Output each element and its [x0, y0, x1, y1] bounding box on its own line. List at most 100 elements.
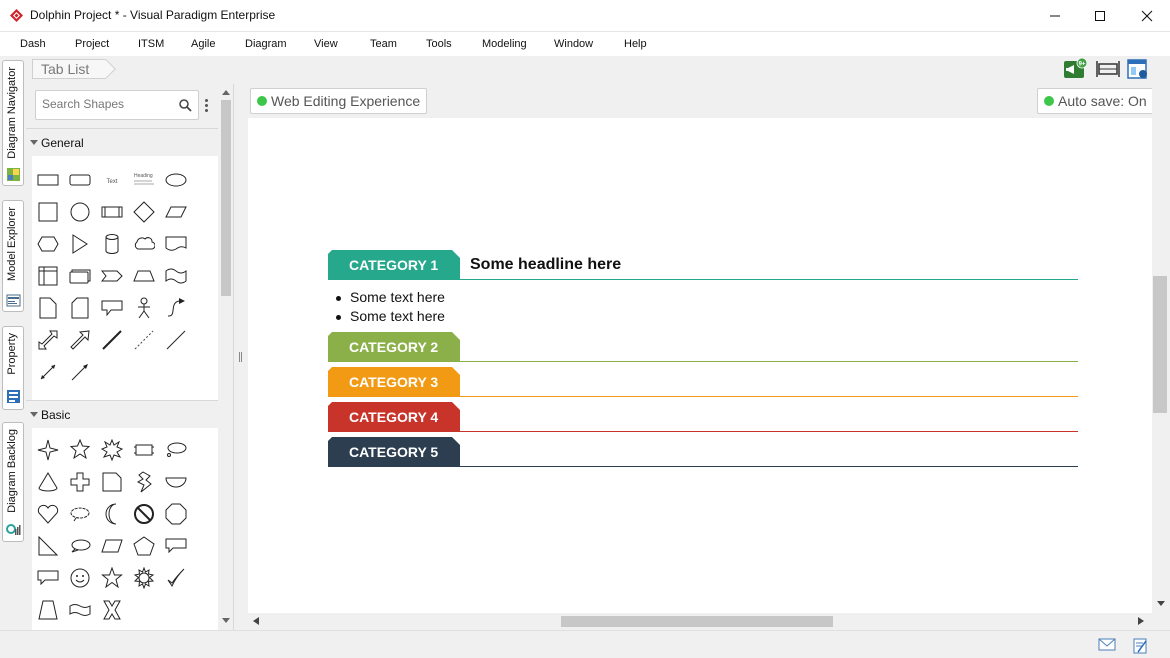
category-tag[interactable]: CATEGORY 4 — [328, 402, 460, 432]
process-shape[interactable] — [96, 196, 128, 228]
right-triangle-shape[interactable] — [32, 530, 64, 562]
menu-agile[interactable]: Agile — [191, 38, 215, 50]
scrollbar-thumb[interactable] — [1153, 276, 1167, 413]
section-basic[interactable]: Basic — [26, 400, 218, 428]
scroll-down-arrow-icon[interactable] — [1157, 601, 1165, 607]
category-row-3[interactable]: CATEGORY 3 — [328, 367, 1078, 397]
folded-corner-shape[interactable] — [96, 466, 128, 498]
scroll-left-arrow-icon[interactable] — [253, 617, 259, 625]
pentagon-shape[interactable] — [128, 530, 160, 562]
category-row-5[interactable]: CATEGORY 5 — [328, 437, 1078, 467]
trapezoid-up-shape[interactable] — [32, 594, 64, 626]
check-shape[interactable] — [160, 562, 192, 594]
layout-settings-icon[interactable] — [1126, 58, 1150, 80]
document-shape[interactable] — [160, 228, 192, 260]
sun-shape[interactable] — [128, 562, 160, 594]
parallelogram-shape[interactable] — [160, 196, 192, 228]
list-item[interactable]: Some text here — [336, 288, 445, 307]
menu-modeling[interactable]: Modeling — [482, 38, 527, 50]
double-wave-shape[interactable] — [64, 594, 96, 626]
cone-shape[interactable] — [32, 466, 64, 498]
bullet-list[interactable]: Some text here Some text here — [336, 288, 445, 326]
triangle-right-shape[interactable] — [64, 228, 96, 260]
menu-view[interactable]: View — [314, 38, 338, 50]
note-shape[interactable] — [32, 292, 64, 324]
trapezoid-shape[interactable] — [128, 260, 160, 292]
canvas-vertical-scrollbar[interactable] — [1152, 84, 1170, 613]
list-item[interactable]: Some text here — [336, 307, 445, 326]
tab-model-explorer[interactable]: Model Explorer — [2, 200, 24, 312]
autosave-badge[interactable]: Auto save: On — [1037, 88, 1154, 114]
four-point-star-shape[interactable] — [32, 434, 64, 466]
thick-line-shape[interactable] — [96, 324, 128, 356]
menu-team[interactable]: Team — [370, 38, 397, 50]
smiley-shape[interactable] — [64, 562, 96, 594]
square-shape[interactable] — [32, 196, 64, 228]
menu-diagram[interactable]: Diagram — [245, 38, 287, 50]
headline-text[interactable]: Some headline here — [470, 256, 621, 274]
oval-callout-shape[interactable] — [64, 530, 96, 562]
menu-itsm[interactable]: ITSM — [138, 38, 164, 50]
panel-splitter[interactable] — [234, 84, 248, 630]
menu-tools[interactable]: Tools — [426, 38, 452, 50]
category-row-1[interactable]: CATEGORY 1 Some headline here — [328, 250, 1078, 280]
card-shape[interactable] — [64, 292, 96, 324]
search-input[interactable] — [42, 97, 172, 111]
ellipse-shape[interactable] — [160, 164, 192, 196]
cloud-callout-shape[interactable] — [64, 498, 96, 530]
stacked-rectangle-shape[interactable] — [64, 260, 96, 292]
dashed-line-shape[interactable] — [128, 324, 160, 356]
category-row-2[interactable]: CATEGORY 2 — [328, 332, 1078, 362]
category-row-4[interactable]: CATEGORY 4 — [328, 402, 1078, 432]
actor-shape[interactable] — [128, 292, 160, 324]
search-icon[interactable] — [179, 99, 192, 112]
slanted-rectangle-shape[interactable] — [96, 530, 128, 562]
diamond-shape[interactable] — [128, 196, 160, 228]
menu-dash[interactable]: Dash — [20, 38, 46, 50]
shape-panel-scrollbar[interactable] — [219, 84, 233, 630]
lightning-shape[interactable] — [128, 466, 160, 498]
rectangle-shape[interactable] — [32, 164, 64, 196]
scrollbar-thumb[interactable] — [561, 616, 833, 627]
web-editing-badge[interactable]: Web Editing Experience — [250, 88, 428, 114]
fit-diagram-icon[interactable] — [1096, 58, 1120, 80]
maximize-button[interactable] — [1077, 0, 1123, 32]
tab-diagram-backlog[interactable]: Diagram Backlog — [2, 422, 24, 542]
callout-shape[interactable] — [96, 292, 128, 324]
no-symbol-shape[interactable] — [128, 498, 160, 530]
more-options-icon[interactable] — [205, 99, 209, 113]
block-arrow-shape[interactable] — [64, 324, 96, 356]
bidirectional-arrow-shape[interactable] — [32, 356, 64, 388]
section-general[interactable]: General — [26, 128, 218, 156]
line-shape[interactable] — [160, 324, 192, 356]
canvas-horizontal-scrollbar[interactable] — [248, 613, 1152, 630]
star-shape[interactable] — [64, 434, 96, 466]
tab-property[interactable]: Property — [2, 326, 24, 410]
wave-shape[interactable] — [160, 260, 192, 292]
close-button[interactable] — [1124, 0, 1170, 32]
notes-icon[interactable] — [1132, 637, 1148, 655]
tab-list-button[interactable]: Tab List — [32, 59, 107, 79]
heading-shape[interactable]: Heading — [128, 164, 160, 196]
cross-shape[interactable] — [64, 466, 96, 498]
curved-arrow-shape[interactable] — [160, 292, 192, 324]
heart-shape[interactable] — [32, 498, 64, 530]
rectangle-callout-shape[interactable] — [160, 530, 192, 562]
category-tag[interactable]: CATEGORY 3 — [328, 367, 460, 397]
announcement-icon[interactable]: 9+ — [1063, 58, 1087, 80]
chevron-shape[interactable] — [96, 260, 128, 292]
minimize-button[interactable] — [1032, 0, 1078, 32]
diagram-canvas[interactable]: CATEGORY 1 Some headline here Some text … — [248, 118, 1152, 613]
menu-help[interactable]: Help — [624, 38, 647, 50]
mail-icon[interactable] — [1098, 637, 1116, 651]
table-shape[interactable] — [32, 260, 64, 292]
scroll-down-arrow-icon[interactable] — [222, 618, 230, 623]
burst-shape[interactable] — [96, 434, 128, 466]
tab-diagram-navigator[interactable]: Diagram Navigator — [2, 60, 24, 186]
half-circle-shape[interactable] — [160, 466, 192, 498]
hexagon-shape[interactable] — [32, 228, 64, 260]
text-shape[interactable]: Text — [96, 164, 128, 196]
menu-window[interactable]: Window — [554, 38, 593, 50]
cloud-shape[interactable] — [128, 228, 160, 260]
scroll-shape[interactable] — [128, 434, 160, 466]
